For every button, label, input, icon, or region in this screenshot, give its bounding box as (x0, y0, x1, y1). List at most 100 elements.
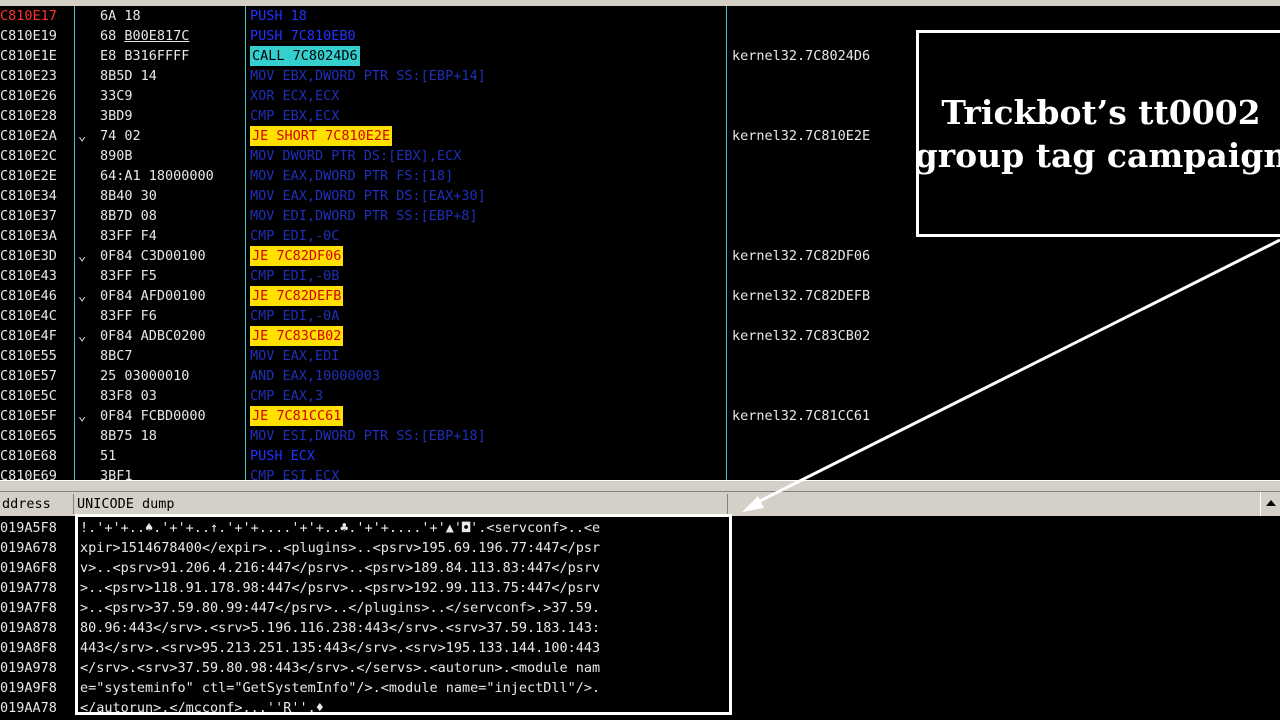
disasm-address: C810E26 (0, 88, 57, 104)
disasm-address: C810E55 (0, 348, 57, 364)
disasm-instruction: CMP EDI,-0A (250, 308, 340, 324)
disasm-row[interactable]: C810E4C 83FF F6 CMP EDI,-0A (0, 306, 1280, 326)
disasm-hex-bytes: 0F84 ADBC0200 (100, 328, 206, 344)
disasm-row[interactable]: C810E46 ⌄ 0F84 AFD00100 JE 7C82DEFB kernel32… (0, 286, 1280, 306)
dump-row[interactable]: 019A5F8 !.'+'+..♠.'+'+..↑.'+'+....'+'+..♣… (0, 518, 1260, 538)
dump-row[interactable]: 019A7F8 >..<psrv>37.59.80.99:447</psrv>..… (0, 598, 1260, 618)
disasm-row[interactable]: C810E5F ⌄ 0F84 FCBD0000 JE 7C81CC61 kernel32… (0, 406, 1280, 426)
disasm-address: C810E68 (0, 448, 57, 464)
disasm-address: C810E34 (0, 188, 57, 204)
dump-row[interactable]: 019A878 80.96:443</srv>.<srv>5.196.116.23… (0, 618, 1260, 638)
disasm-instruction: CMP EAX,3 (250, 388, 324, 404)
disasm-instruction: JE 7C83CB02 (250, 326, 344, 346)
disasm-instruction: MOV EAX,EDI (250, 348, 340, 364)
dump-row[interactable]: 019A9F8 e="systeminfo" ctl="GetSystemInfo… (0, 678, 1260, 698)
dump-unicode-text: v>..<psrv>91.206.4.216:447</psrv>..<psrv… (80, 560, 601, 576)
disasm-hex-bytes: 6A 18 (100, 8, 141, 24)
dump-row[interactable]: 019A6F8 v>..<psrv>91.206.4.216:447</psrv>… (0, 558, 1260, 578)
disasm-instruction: AND EAX,10000003 (250, 368, 381, 384)
disasm-row[interactable]: C810E17 6A 18 PUSH 18 (0, 6, 1280, 26)
dump-unicode-text: xpir>1514678400</expir>..<plugins>..<psr… (80, 540, 601, 556)
callout-text: Trickbot’s tt0002 group tag campaign (914, 92, 1280, 175)
dump-address: 019A6F8 (0, 560, 57, 576)
disasm-comment: kernel32.7C810E2E (732, 128, 871, 144)
disasm-hex-bytes: 890B (100, 148, 133, 164)
disasm-hex-bytes: 8BC7 (100, 348, 133, 364)
disasm-instruction: JE 7C82DEFB (250, 286, 344, 306)
disasm-address: C810E5C (0, 388, 57, 404)
dump-unicode-text: 443</srv>.<srv>95.213.251.135:443</srv>.… (80, 640, 601, 656)
disasm-hex-bytes: 8B7D 08 (100, 208, 157, 224)
dump-address: 019A5F8 (0, 520, 57, 536)
disasm-row[interactable]: C810E68 51 PUSH ECX (0, 446, 1280, 466)
disasm-instruction: PUSH 7C810EB0 (250, 28, 356, 44)
disasm-address: C810E65 (0, 428, 57, 444)
disasm-address: C810E1E (0, 48, 57, 64)
dump-row[interactable]: 019A678 xpir>1514678400</expir>..<plugins… (0, 538, 1260, 558)
dump-unicode-text: </autorun>.</mcconf>...''R''.♦ (80, 700, 324, 716)
disasm-comment: kernel32.7C81CC61 (732, 408, 871, 424)
relocated-operand: B00E817C (124, 28, 190, 44)
dump-address: 019A878 (0, 620, 57, 636)
disasm-instruction: MOV EBX,DWORD PTR SS:[EBP+14] (250, 68, 486, 84)
disasm-hex-bytes: 83F8 03 (100, 388, 157, 404)
disasm-column-divider (74, 6, 75, 480)
disasm-hex-bytes: 0F84 C3D00100 (100, 248, 206, 264)
dump-address: 019A7F8 (0, 600, 57, 616)
dump-scrollbar-track[interactable] (1260, 516, 1280, 720)
disasm-hex-bytes: 0F84 AFD00100 (100, 288, 206, 304)
dump-address: 019A778 (0, 580, 57, 596)
disasm-hex-bytes: 83FF F6 (100, 308, 157, 324)
scroll-up-button[interactable] (1260, 492, 1280, 516)
disasm-hex-bytes: 0F84 FCBD0000 (100, 408, 206, 424)
disasm-address: C810E5F (0, 408, 57, 424)
jump-arrow-icon: ⌄ (78, 248, 87, 264)
disasm-hex-bytes: 3BD9 (100, 108, 133, 124)
disasm-row[interactable]: C810E57 25 03000010 AND EAX,10000003 (0, 366, 1280, 386)
disasm-row[interactable]: C810E55 8BC7 MOV EAX,EDI (0, 346, 1280, 366)
disasm-row[interactable]: C810E5C 83F8 03 CMP EAX,3 (0, 386, 1280, 406)
jump-arrow-icon: ⌄ (78, 328, 87, 344)
dump-unicode-text: >..<psrv>118.91.178.98:447</psrv>..<psrv… (80, 580, 601, 596)
dump-row[interactable]: 019A778 >..<psrv>118.91.178.98:447</psrv>… (0, 578, 1260, 598)
disasm-instruction: MOV EDI,DWORD PTR SS:[EBP+8] (250, 208, 478, 224)
disasm-hex-bytes: 8B75 18 (100, 428, 157, 444)
disasm-hex-bytes: 8B40 30 (100, 188, 157, 204)
disasm-row[interactable]: C810E3D ⌄ 0F84 C3D00100 JE 7C82DF06 kernel32… (0, 246, 1280, 266)
disasm-column-divider (726, 6, 727, 480)
disasm-address: C810E43 (0, 268, 57, 284)
dump-unicode-text: >..<psrv>37.59.80.99:447</psrv>..</plugi… (80, 600, 601, 616)
disasm-address: C810E23 (0, 68, 57, 84)
dump-row[interactable]: 019AA78 </autorun>.</mcconf>...''R''.♦ (0, 698, 1260, 718)
disasm-hex-bytes: 64:A1 18000000 (100, 168, 214, 184)
disasm-row[interactable]: C810E65 8B75 18 MOV ESI,DWORD PTR SS:[EBP+… (0, 426, 1280, 446)
disasm-comment: kernel32.7C83CB02 (732, 328, 871, 344)
disasm-hex-bytes: E8 B316FFFF (100, 48, 190, 64)
dump-row[interactable]: 019A978 </srv>.<srv>37.59.80.98:443</srv>… (0, 658, 1260, 678)
address-column-header[interactable]: ddress (0, 494, 74, 514)
disasm-instruction: JE SHORT 7C810E2E (250, 126, 393, 146)
dump-unicode-text: 80.96:443</srv>.<srv>5.196.116.238:443</… (80, 620, 601, 636)
dump-address: 019A9F8 (0, 680, 57, 696)
disasm-address: C810E57 (0, 368, 57, 384)
disasm-hex-bytes: 25 03000010 (100, 368, 190, 384)
campaign-callout: Trickbot’s tt0002 group tag campaign (914, 30, 1280, 237)
unicode-dump-column-header[interactable]: UNICODE dump (75, 494, 728, 514)
disasm-instruction: MOV DWORD PTR DS:[EBX],ECX (250, 148, 462, 164)
disasm-instruction: CALL 7C8024D6 (250, 46, 360, 66)
disasm-comment: kernel32.7C8024D6 (732, 48, 871, 64)
disasm-instruction: PUSH ECX (250, 448, 316, 464)
dump-address: 019A978 (0, 660, 57, 676)
dump-unicode-text: e="systeminfo" ctl="GetSystemInfo"/>.<mo… (80, 680, 601, 696)
disasm-row[interactable]: C810E4F ⌄ 0F84 ADBC0200 JE 7C83CB02 kernel32… (0, 326, 1280, 346)
disasm-address: C810E2C (0, 148, 57, 164)
disasm-instruction: PUSH 18 (250, 8, 307, 24)
dump-address: 019A8F8 (0, 640, 57, 656)
disasm-instruction: MOV ESI,DWORD PTR SS:[EBP+18] (250, 428, 486, 444)
disasm-hex-bytes: 68 B00E817C (100, 28, 190, 44)
dump-row[interactable]: 019A8F8 443</srv>.<srv>95.213.251.135:443… (0, 638, 1260, 658)
disasm-row[interactable]: C810E43 83FF F5 CMP EDI,-0B (0, 266, 1280, 286)
pane-splitter[interactable] (0, 480, 1280, 492)
disasm-instruction: JE 7C82DF06 (250, 246, 344, 266)
disasm-address: C810E4F (0, 328, 57, 344)
